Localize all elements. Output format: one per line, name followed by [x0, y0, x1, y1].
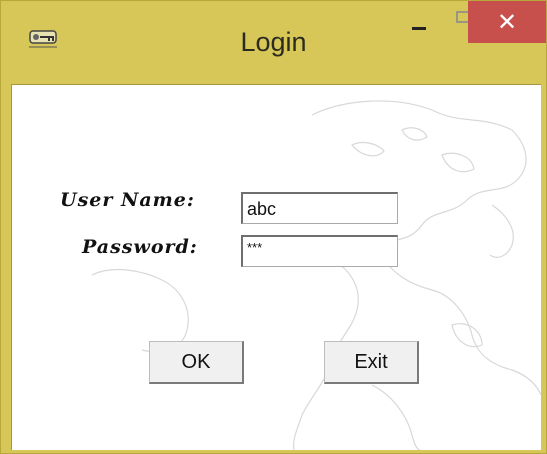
minimize-icon — [412, 27, 426, 30]
username-label: User Name: — [60, 189, 195, 211]
exit-button[interactable]: Exit — [324, 341, 419, 384]
world-map-background — [91, 100, 541, 450]
ok-button[interactable]: OK — [149, 341, 244, 384]
password-input[interactable]: *** — [241, 235, 398, 267]
close-icon: ✕ — [496, 8, 518, 36]
close-button[interactable]: ✕ — [468, 1, 546, 43]
title-bar[interactable]: Login ✕ — [1, 1, 546, 83]
login-window: Login ✕ User Name: abc Password: *** OK … — [0, 0, 547, 454]
minimize-button[interactable] — [396, 1, 442, 43]
password-label: Password: — [82, 236, 198, 258]
username-input[interactable]: abc — [241, 192, 398, 224]
login-form-area: User Name: abc Password: *** OK Exit — [11, 84, 541, 450]
